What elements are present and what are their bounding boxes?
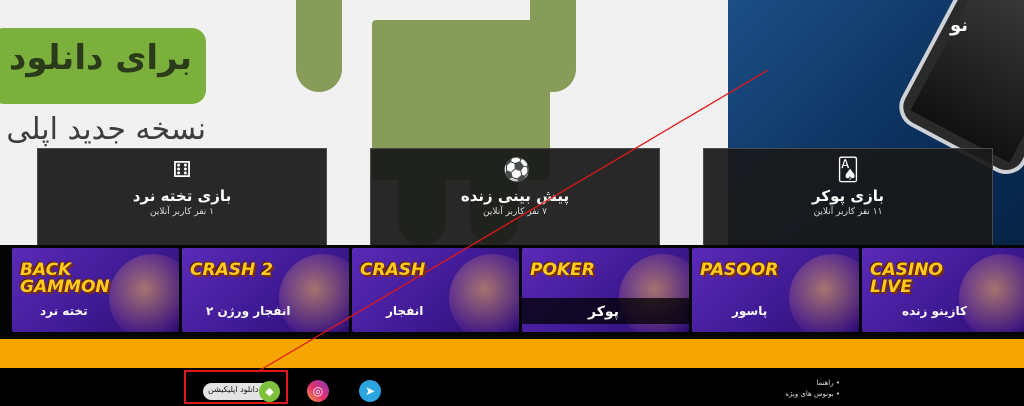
game-label: انفجار ورژن ۲ [206,304,291,318]
game-logo: CASINO LIVE [870,260,943,297]
game-tile-pasoor[interactable]: PASOOR پاسور [692,248,859,332]
hero-download-text: برای دانلود [8,38,192,78]
soccer-ball-icon: ⚽ [503,158,531,183]
game-tile-poker[interactable]: POKER پوکر [522,248,689,332]
games-strip: BACK GAMMON تخته نرد CRASH 2 انفجار ورژن… [0,245,1024,339]
instagram-icon[interactable]: ◎ [307,380,329,402]
game-tile-casino-live[interactable]: CASINO LIVE کازینو زنده [862,248,1024,332]
card-online-count: ۱ نفر کاربر آنلاین [149,207,215,217]
download-app-button[interactable]: دانلود اپلیکیشن ◆ [203,381,280,402]
game-logo: CRASH 2 [190,260,273,280]
card-title: بازی تخته نرد [132,187,232,205]
card-online-count: ۷ نفر کاربر آنلاین [482,207,548,217]
footer-link-bonus[interactable]: • بونوس های ویژه [760,389,840,400]
android-robot-arm-left [296,0,342,92]
card-backgammon[interactable]: ⚅ بازی تخته نرد ۱ نفر کاربر آنلاین [37,148,327,248]
playing-cards-icon: 🂡 [836,158,860,183]
game-logo: PASOOR [700,260,779,280]
game-tile-crash-2[interactable]: CRASH 2 انفجار ورژن ۲ [182,248,349,332]
dice-icon: ⚅ [172,158,192,183]
footer-links: • راهنما • بونوس های ویژه [760,378,840,400]
game-label: پوکر [588,304,619,320]
download-app-label: دانلود اپلیکیشن [208,385,259,394]
game-label: انفجار [386,304,424,318]
card-live-betting[interactable]: ⚽ پیش بینی زنده ۷ نفر کاربر آنلاین [370,148,660,248]
download-pill: برای دانلود [0,28,206,104]
game-tile-crash[interactable]: CRASH انفجار [352,248,519,332]
card-title: بازی پوکر [812,187,884,205]
card-online-count: ۱۱ نفر کاربر آنلاین [813,207,883,217]
game-logo: BACK GAMMON [20,260,110,297]
footer: دانلود اپلیکیشن ◆ ◎ ➤ • راهنما • بونوس ه… [0,368,1024,406]
phone-screen-text: نو [949,15,968,37]
game-logo: CRASH [360,260,426,280]
game-label: کازینو زنده [902,304,967,318]
game-tile-backgammon[interactable]: BACK GAMMON تخته نرد [12,248,179,332]
orange-divider [0,339,1024,368]
android-icon: ◆ [259,381,280,402]
card-title: پیش بینی زنده [460,187,570,205]
telegram-icon[interactable]: ➤ [359,380,381,402]
game-label: پاسور [732,304,768,318]
game-label: تخته نرد [40,304,88,318]
card-poker[interactable]: 🂡 بازی پوکر ۱۱ نفر کاربر آنلاین [703,148,993,248]
footer-link-help[interactable]: • راهنما [760,378,840,389]
game-logo: POKER [530,260,595,280]
hero-subtitle: نسخه جدید اپلی [6,112,206,147]
